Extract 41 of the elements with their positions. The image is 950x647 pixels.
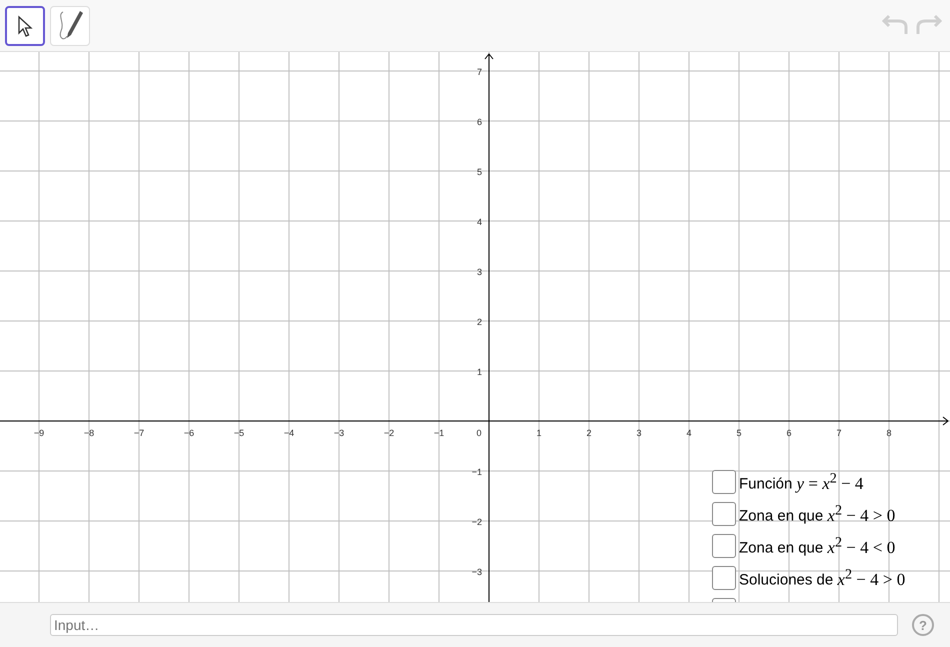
checkbox-label: Soluciones de x$^{2}$ − 4 > 0 (739, 566, 906, 590)
axis-label: −5 (234, 428, 244, 438)
axis-label: −4 (284, 428, 294, 438)
axis-label: −9 (34, 428, 44, 438)
pointer-icon (17, 14, 33, 36)
axis-label: 1 (536, 428, 542, 438)
axis-label: 6 (476, 117, 482, 127)
checkbox[interactable] (712, 534, 736, 558)
axis-label: 4 (476, 217, 482, 227)
checkbox-label: Zona en que x$^{2}$ − 4 > 0 (739, 502, 896, 526)
checkbox-label: Función y = x$^{2}$ − 4 (739, 470, 864, 494)
axis-label: −3 (472, 567, 482, 577)
axis-label: −3 (334, 428, 344, 438)
checkbox[interactable] (712, 566, 736, 590)
pen-tool[interactable] (50, 6, 90, 46)
axis-label: −8 (84, 428, 94, 438)
axis-label: −6 (184, 428, 194, 438)
input-field[interactable]: Input… (50, 614, 898, 636)
axis-label: 2 (586, 428, 592, 438)
axis-label: 2 (476, 317, 482, 327)
axis-label: 7 (476, 67, 482, 77)
axis-label: 7 (836, 428, 842, 438)
checkbox[interactable] (712, 470, 736, 494)
help-button[interactable]: ? (912, 614, 934, 636)
axis-label: 1 (476, 367, 482, 377)
axis-label: 5 (476, 167, 482, 177)
axis-label: 0 (476, 428, 482, 438)
checkbox[interactable] (712, 502, 736, 526)
axis-label: −7 (134, 428, 144, 438)
axis-label: 3 (476, 267, 482, 277)
axis-label: 4 (686, 428, 692, 438)
axis-label: −1 (434, 428, 444, 438)
axis-label: −2 (384, 428, 394, 438)
axis-label: 8 (886, 428, 892, 438)
axis-label: −2 (472, 517, 482, 527)
move-tool[interactable] (5, 6, 45, 46)
axis-label: −1 (472, 467, 482, 477)
axis-label: 5 (736, 428, 742, 438)
checkbox-label: Zona en que x$^{2}$ − 4 < 0 (739, 534, 896, 558)
axis-label: 6 (786, 428, 792, 438)
axis-label: 3 (636, 428, 642, 438)
